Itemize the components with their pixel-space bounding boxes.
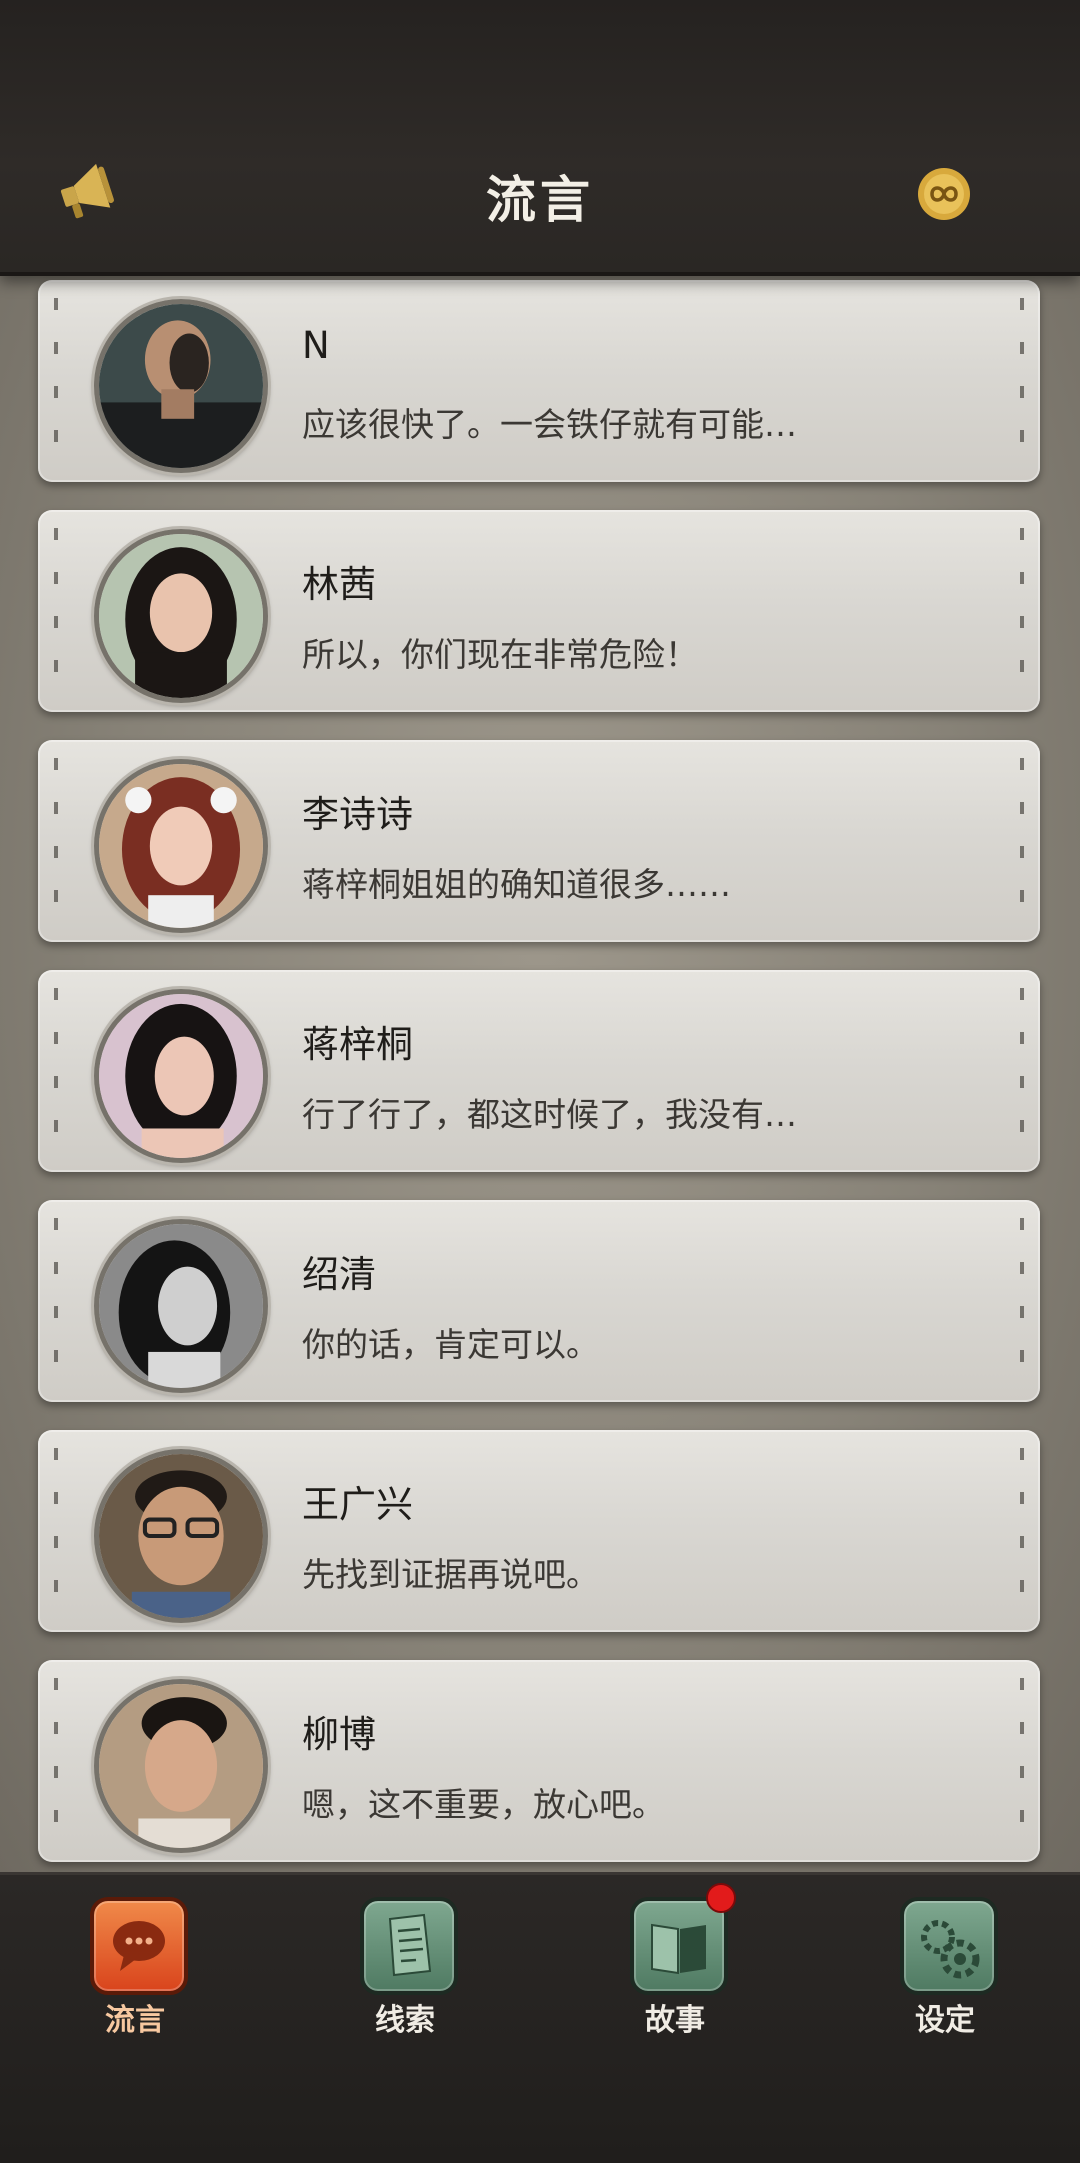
avatar	[94, 759, 268, 933]
app-header: 流言	[0, 0, 1080, 276]
avatar	[94, 529, 268, 703]
tab-rumors[interactable]: 流言	[70, 1897, 200, 2038]
infinity-badge-icon[interactable]	[914, 164, 974, 224]
message-preview: 应该很快了。一会铁仔就有可能…	[302, 405, 797, 444]
avatar	[94, 989, 268, 1163]
message-preview: 先找到证据再说吧。	[302, 1555, 599, 1594]
avatar	[94, 299, 268, 473]
notification-badge	[706, 1883, 736, 1913]
conversation-list: N 应该很快了。一会铁仔就有可能… 林茜 所以，你们现在非常危险！ 李诗诗 蒋梓…	[0, 272, 1080, 1872]
chat-bubble-icon	[90, 1897, 188, 1995]
tab-label: 故事	[645, 2003, 705, 2038]
tab-settings[interactable]: 设定	[880, 1897, 1010, 2038]
contact-name: 王广兴	[302, 1483, 413, 1526]
book-icon	[630, 1897, 728, 1995]
conversation-item[interactable]: 蒋梓桐 行了行了，都这时候了，我没有…	[38, 970, 1040, 1172]
contact-name: N	[302, 324, 330, 367]
contact-name: 绍清	[302, 1253, 376, 1296]
conversation-item[interactable]: 王广兴 先找到证据再说吧。	[38, 1430, 1040, 1632]
message-preview: 你的话，肯定可以。	[302, 1325, 599, 1364]
conversation-item[interactable]: N 应该很快了。一会铁仔就有可能…	[38, 280, 1040, 482]
tab-label: 设定	[915, 2003, 975, 2038]
conversation-item[interactable]: 林茜 所以，你们现在非常危险！	[38, 510, 1040, 712]
contact-name: 蒋梓桐	[302, 1023, 413, 1066]
contact-name: 柳博	[302, 1713, 376, 1756]
conversation-item[interactable]: 李诗诗 蒋梓桐姐姐的确知道很多……	[38, 740, 1040, 942]
contact-name: 林茜	[302, 563, 376, 606]
message-preview: 所以，你们现在非常危险！	[302, 635, 698, 674]
message-preview: 行了行了，都这时候了，我没有…	[302, 1095, 797, 1134]
message-preview: 嗯，这不重要，放心吧。	[302, 1785, 665, 1824]
tab-label: 流言	[105, 2003, 165, 2038]
avatar	[94, 1449, 268, 1623]
tab-clues[interactable]: 线索	[340, 1897, 470, 2038]
tab-story[interactable]: 故事	[610, 1883, 740, 2038]
conversation-item[interactable]: 柳博 嗯，这不重要，放心吧。	[38, 1660, 1040, 1862]
avatar	[94, 1219, 268, 1393]
gear-icon	[900, 1897, 998, 1995]
conversation-item[interactable]: 绍清 你的话，肯定可以。	[38, 1200, 1040, 1402]
bottom-tab-bar: 流言 线索 故事 设定	[0, 1872, 1080, 2163]
contact-name: 李诗诗	[302, 793, 413, 836]
tab-label: 线索	[375, 2003, 435, 2038]
message-preview: 蒋梓桐姐姐的确知道很多……	[302, 865, 731, 904]
avatar	[94, 1679, 268, 1853]
document-icon	[360, 1897, 458, 1995]
